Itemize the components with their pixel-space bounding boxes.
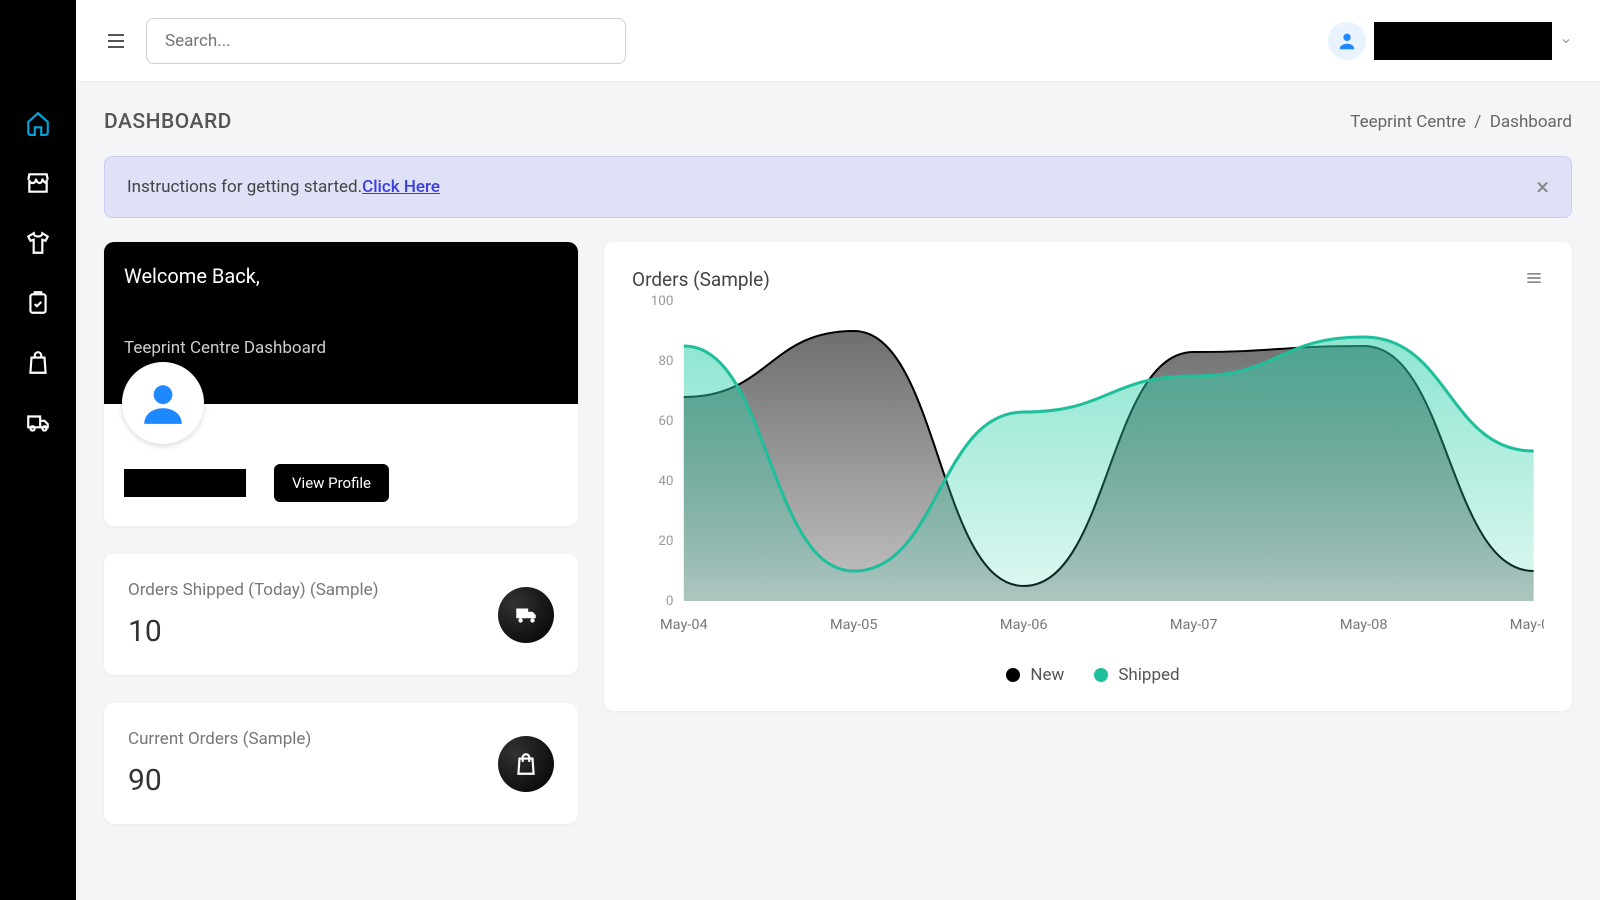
svg-text:60: 60 (658, 414, 673, 429)
sidebar-item-products[interactable] (25, 230, 51, 256)
shopping-bag-icon (513, 751, 539, 777)
sidebar-item-home[interactable] (25, 110, 51, 136)
svg-text:40: 40 (658, 474, 673, 489)
legend-item[interactable]: New (996, 665, 1064, 685)
topbar (76, 0, 1600, 82)
svg-text:May-09: May-09 (1510, 617, 1544, 633)
alert-close[interactable]: × (1536, 175, 1549, 199)
shopping-bag-icon (25, 350, 51, 376)
stat-label: Orders Shipped (Today) (Sample) (128, 580, 379, 600)
sidebar-item-orders[interactable] (25, 350, 51, 376)
truck-icon (513, 602, 539, 628)
svg-text:100: 100 (651, 294, 674, 309)
clipboard-check-icon (25, 290, 51, 316)
shirt-icon (25, 230, 51, 256)
user-menu[interactable] (1328, 22, 1572, 60)
svg-text:80: 80 (658, 354, 673, 369)
menu-toggle[interactable] (104, 29, 128, 53)
store-icon (25, 170, 51, 196)
welcome-subtitle: Teeprint Centre Dashboard (124, 338, 558, 358)
stat-icon-wrap (498, 736, 554, 792)
page-title: DASHBOARD (104, 110, 232, 134)
user-name-redacted (1374, 22, 1552, 60)
breadcrumb: Teeprint Centre / Dashboard (1350, 112, 1572, 132)
main-content: DASHBOARD Teeprint Centre / Dashboard In… (76, 82, 1600, 900)
svg-text:20: 20 (658, 534, 673, 549)
svg-text:0: 0 (666, 594, 674, 609)
sidebar-item-tasks[interactable] (25, 290, 51, 316)
avatar (1328, 22, 1366, 60)
stat-card-shipped: Orders Shipped (Today) (Sample) 10 (104, 554, 578, 675)
user-icon (1336, 30, 1358, 52)
svg-text:May-04: May-04 (660, 617, 708, 633)
welcome-title: Welcome Back, (124, 264, 558, 288)
sidebar-item-shipping[interactable] (25, 410, 51, 436)
welcome-card: Welcome Back, Teeprint Centre Dashboard … (104, 242, 578, 526)
sidebar-item-store[interactable] (25, 170, 51, 196)
stat-value: 10 (128, 614, 379, 649)
chart-card: Orders (Sample) 0 20 40 60 80 100 May-04 May-05… (604, 242, 1572, 711)
svg-text:May-05: May-05 (830, 617, 878, 633)
chart-plot: 0 20 40 60 80 100 May-04 May-05 May-06 May-07 May-… (632, 291, 1544, 651)
svg-text:May-08: May-08 (1340, 617, 1388, 633)
chart-title: Orders (Sample) (632, 268, 770, 291)
search-input[interactable] (146, 18, 626, 64)
stat-value: 90 (128, 763, 311, 798)
view-profile-button[interactable]: View Profile (274, 464, 389, 502)
profile-avatar (122, 362, 204, 444)
user-icon (138, 378, 188, 428)
alert-banner: Instructions for getting started. Click … (104, 156, 1572, 218)
hamburger-icon (104, 29, 128, 53)
svg-text:May-06: May-06 (1000, 617, 1048, 633)
breadcrumb-root[interactable]: Teeprint Centre (1350, 112, 1466, 132)
home-icon (25, 110, 51, 136)
alert-text: Instructions for getting started. (127, 177, 362, 197)
alert-link[interactable]: Click Here (362, 177, 440, 197)
truck-icon (25, 410, 51, 436)
sidebar (0, 0, 76, 900)
stat-icon-wrap (498, 587, 554, 643)
chart-menu-button[interactable] (1524, 268, 1544, 288)
breadcrumb-current: Dashboard (1490, 112, 1572, 132)
chart-legend: New Shipped (632, 665, 1544, 685)
legend-item[interactable]: Shipped (1084, 665, 1179, 685)
profile-name-redacted (124, 469, 246, 497)
svg-text:May-07: May-07 (1170, 617, 1218, 633)
stat-card-current: Current Orders (Sample) 90 (104, 703, 578, 824)
stat-label: Current Orders (Sample) (128, 729, 311, 749)
hamburger-icon (1524, 268, 1544, 288)
chevron-down-icon (1560, 35, 1572, 47)
